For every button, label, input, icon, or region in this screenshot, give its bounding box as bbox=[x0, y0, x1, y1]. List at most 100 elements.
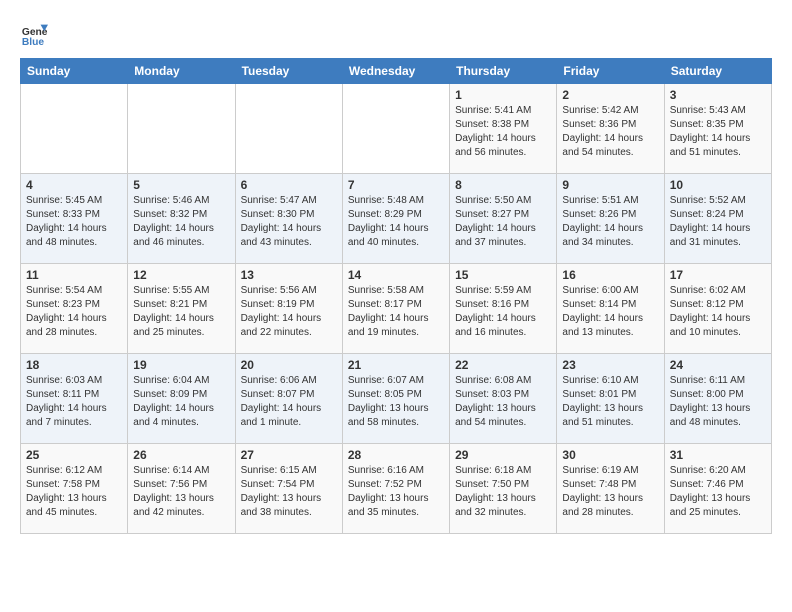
calendar-cell: 28Sunrise: 6:16 AMSunset: 7:52 PMDayligh… bbox=[342, 444, 449, 534]
day-number: 17 bbox=[670, 268, 766, 282]
logo-icon: General Blue bbox=[20, 20, 48, 48]
day-of-week-header: Wednesday bbox=[342, 59, 449, 84]
day-of-week-header: Friday bbox=[557, 59, 664, 84]
logo: General Blue bbox=[20, 20, 48, 48]
calendar-cell: 16 Sunrise: 6:00 AMSunset: 8:14 PMDayligh… bbox=[557, 264, 664, 354]
day-of-week-header: Tuesday bbox=[235, 59, 342, 84]
day-number: 20 bbox=[241, 358, 337, 372]
calendar-cell: 17 Sunrise: 6:02 AMSunset: 8:12 PMDayligh… bbox=[664, 264, 771, 354]
day-info: Sunrise: 6:19 AMSunset: 7:48 PMDaylight:… bbox=[562, 464, 658, 520]
day-number: 1 bbox=[455, 88, 551, 102]
day-number: 3 bbox=[670, 88, 766, 102]
day-info: Sunrise: 6:20 AMSunset: 7:46 PMDaylight:… bbox=[670, 464, 766, 520]
day-number: 8 bbox=[455, 178, 551, 192]
day-info: Sunrise: 6:18 AMSunset: 7:50 PMDaylight:… bbox=[455, 464, 551, 520]
calendar-cell: 21 Sunrise: 6:07 AMSunset: 8:05 PMDayligh… bbox=[342, 354, 449, 444]
day-info: Sunrise: 6:16 AMSunset: 7:52 PMDaylight:… bbox=[348, 464, 444, 520]
calendar-table: SundayMondayTuesdayWednesdayThursdayFrid… bbox=[20, 58, 772, 534]
calendar-cell: 9 Sunrise: 5:51 AMSunset: 8:26 PMDaylight… bbox=[557, 174, 664, 264]
calendar-cell: 20 Sunrise: 6:06 AMSunset: 8:07 PMDayligh… bbox=[235, 354, 342, 444]
day-info: Sunrise: 6:11 AMSunset: 8:00 PMDaylight:… bbox=[670, 374, 766, 430]
day-info: Sunrise: 6:08 AMSunset: 8:03 PMDaylight:… bbox=[455, 374, 551, 430]
day-number: 21 bbox=[348, 358, 444, 372]
page-header: General Blue bbox=[20, 20, 772, 48]
calendar-cell: 25 Sunrise: 6:12 AMSunset: 7:58 PMDayligh… bbox=[21, 444, 128, 534]
day-number: 2 bbox=[562, 88, 658, 102]
day-info: Sunrise: 5:52 AMSunset: 8:24 PMDaylight:… bbox=[670, 194, 766, 250]
day-info: Sunrise: 6:10 AMSunset: 8:01 PMDaylight:… bbox=[562, 374, 658, 430]
calendar-cell: 19 Sunrise: 6:04 AMSunset: 8:09 PMDayligh… bbox=[128, 354, 235, 444]
svg-text:Blue: Blue bbox=[22, 37, 45, 48]
day-number: 9 bbox=[562, 178, 658, 192]
day-number: 4 bbox=[26, 178, 122, 192]
calendar-cell: 30Sunrise: 6:19 AMSunset: 7:48 PMDayligh… bbox=[557, 444, 664, 534]
calendar-cell: 1 Sunrise: 5:41 AMSunset: 8:38 PMDaylight… bbox=[450, 84, 557, 174]
calendar-cell: 31Sunrise: 6:20 AMSunset: 7:46 PMDayligh… bbox=[664, 444, 771, 534]
calendar-cell: 5 Sunrise: 5:46 AMSunset: 8:32 PMDaylight… bbox=[128, 174, 235, 264]
day-info: Sunrise: 5:55 AMSunset: 8:21 PMDaylight:… bbox=[133, 284, 229, 340]
day-number: 16 bbox=[562, 268, 658, 282]
day-number: 26 bbox=[133, 448, 229, 462]
calendar-week-row: 11 Sunrise: 5:54 AMSunset: 8:23 PMDayligh… bbox=[21, 264, 772, 354]
calendar-week-row: 18Sunrise: 6:03 AMSunset: 8:11 PMDayligh… bbox=[21, 354, 772, 444]
calendar-cell: 15Sunrise: 5:59 AMSunset: 8:16 PMDayligh… bbox=[450, 264, 557, 354]
day-number: 12 bbox=[133, 268, 229, 282]
day-info: Sunrise: 5:46 AMSunset: 8:32 PMDaylight:… bbox=[133, 194, 229, 250]
calendar-cell: 18Sunrise: 6:03 AMSunset: 8:11 PMDayligh… bbox=[21, 354, 128, 444]
day-info: Sunrise: 6:06 AMSunset: 8:07 PMDaylight:… bbox=[241, 374, 337, 430]
day-info: Sunrise: 6:02 AMSunset: 8:12 PMDaylight:… bbox=[670, 284, 766, 340]
day-info: Sunrise: 5:42 AMSunset: 8:36 PMDaylight:… bbox=[562, 104, 658, 160]
day-number: 14 bbox=[348, 268, 444, 282]
day-info: Sunrise: 6:07 AMSunset: 8:05 PMDaylight:… bbox=[348, 374, 444, 430]
calendar-cell bbox=[21, 84, 128, 174]
day-number: 27 bbox=[241, 448, 337, 462]
day-info: Sunrise: 5:58 AMSunset: 8:17 PMDaylight:… bbox=[348, 284, 444, 340]
day-number: 25 bbox=[26, 448, 122, 462]
day-info: Sunrise: 6:00 AMSunset: 8:14 PMDaylight:… bbox=[562, 284, 658, 340]
day-info: Sunrise: 5:48 AMSunset: 8:29 PMDaylight:… bbox=[348, 194, 444, 250]
day-info: Sunrise: 5:41 AMSunset: 8:38 PMDaylight:… bbox=[455, 104, 551, 160]
calendar-cell: 11 Sunrise: 5:54 AMSunset: 8:23 PMDayligh… bbox=[21, 264, 128, 354]
calendar-cell: 13 Sunrise: 5:56 AMSunset: 8:19 PMDayligh… bbox=[235, 264, 342, 354]
calendar-cell: 14 Sunrise: 5:58 AMSunset: 8:17 PMDayligh… bbox=[342, 264, 449, 354]
day-number: 22 bbox=[455, 358, 551, 372]
day-info: Sunrise: 5:51 AMSunset: 8:26 PMDaylight:… bbox=[562, 194, 658, 250]
day-number: 11 bbox=[26, 268, 122, 282]
day-info: Sunrise: 5:47 AMSunset: 8:30 PMDaylight:… bbox=[241, 194, 337, 250]
day-number: 7 bbox=[348, 178, 444, 192]
day-info: Sunrise: 5:54 AMSunset: 8:23 PMDaylight:… bbox=[26, 284, 122, 340]
day-number: 6 bbox=[241, 178, 337, 192]
day-info: Sunrise: 6:04 AMSunset: 8:09 PMDaylight:… bbox=[133, 374, 229, 430]
day-info: Sunrise: 6:14 AMSunset: 7:56 PMDaylight:… bbox=[133, 464, 229, 520]
day-number: 13 bbox=[241, 268, 337, 282]
calendar-cell bbox=[128, 84, 235, 174]
calendar-cell: 3 Sunrise: 5:43 AMSunset: 8:35 PMDaylight… bbox=[664, 84, 771, 174]
calendar-cell: 24Sunrise: 6:11 AMSunset: 8:00 PMDayligh… bbox=[664, 354, 771, 444]
calendar-week-row: 25 Sunrise: 6:12 AMSunset: 7:58 PMDayligh… bbox=[21, 444, 772, 534]
calendar-week-row: 4 Sunrise: 5:45 AMSunset: 8:33 PMDaylight… bbox=[21, 174, 772, 264]
day-of-week-header: Thursday bbox=[450, 59, 557, 84]
calendar-cell bbox=[342, 84, 449, 174]
day-info: Sunrise: 5:43 AMSunset: 8:35 PMDaylight:… bbox=[670, 104, 766, 160]
calendar-body: 1 Sunrise: 5:41 AMSunset: 8:38 PMDaylight… bbox=[21, 84, 772, 534]
day-number: 10 bbox=[670, 178, 766, 192]
day-info: Sunrise: 5:56 AMSunset: 8:19 PMDaylight:… bbox=[241, 284, 337, 340]
calendar-cell: 4 Sunrise: 5:45 AMSunset: 8:33 PMDaylight… bbox=[21, 174, 128, 264]
day-number: 19 bbox=[133, 358, 229, 372]
calendar-week-row: 1 Sunrise: 5:41 AMSunset: 8:38 PMDaylight… bbox=[21, 84, 772, 174]
calendar-cell: 8Sunrise: 5:50 AMSunset: 8:27 PMDaylight… bbox=[450, 174, 557, 264]
day-number: 23 bbox=[562, 358, 658, 372]
calendar-cell: 6 Sunrise: 5:47 AMSunset: 8:30 PMDaylight… bbox=[235, 174, 342, 264]
calendar-cell bbox=[235, 84, 342, 174]
calendar-cell: 12 Sunrise: 5:55 AMSunset: 8:21 PMDayligh… bbox=[128, 264, 235, 354]
calendar-cell: 23 Sunrise: 6:10 AMSunset: 8:01 PMDayligh… bbox=[557, 354, 664, 444]
day-number: 15 bbox=[455, 268, 551, 282]
calendar-header: SundayMondayTuesdayWednesdayThursdayFrid… bbox=[21, 59, 772, 84]
day-info: Sunrise: 6:15 AMSunset: 7:54 PMDaylight:… bbox=[241, 464, 337, 520]
calendar-cell: 7 Sunrise: 5:48 AMSunset: 8:29 PMDaylight… bbox=[342, 174, 449, 264]
day-number: 29 bbox=[455, 448, 551, 462]
day-number: 5 bbox=[133, 178, 229, 192]
day-info: Sunrise: 6:12 AMSunset: 7:58 PMDaylight:… bbox=[26, 464, 122, 520]
day-info: Sunrise: 5:45 AMSunset: 8:33 PMDaylight:… bbox=[26, 194, 122, 250]
calendar-cell: 27 Sunrise: 6:15 AMSunset: 7:54 PMDayligh… bbox=[235, 444, 342, 534]
